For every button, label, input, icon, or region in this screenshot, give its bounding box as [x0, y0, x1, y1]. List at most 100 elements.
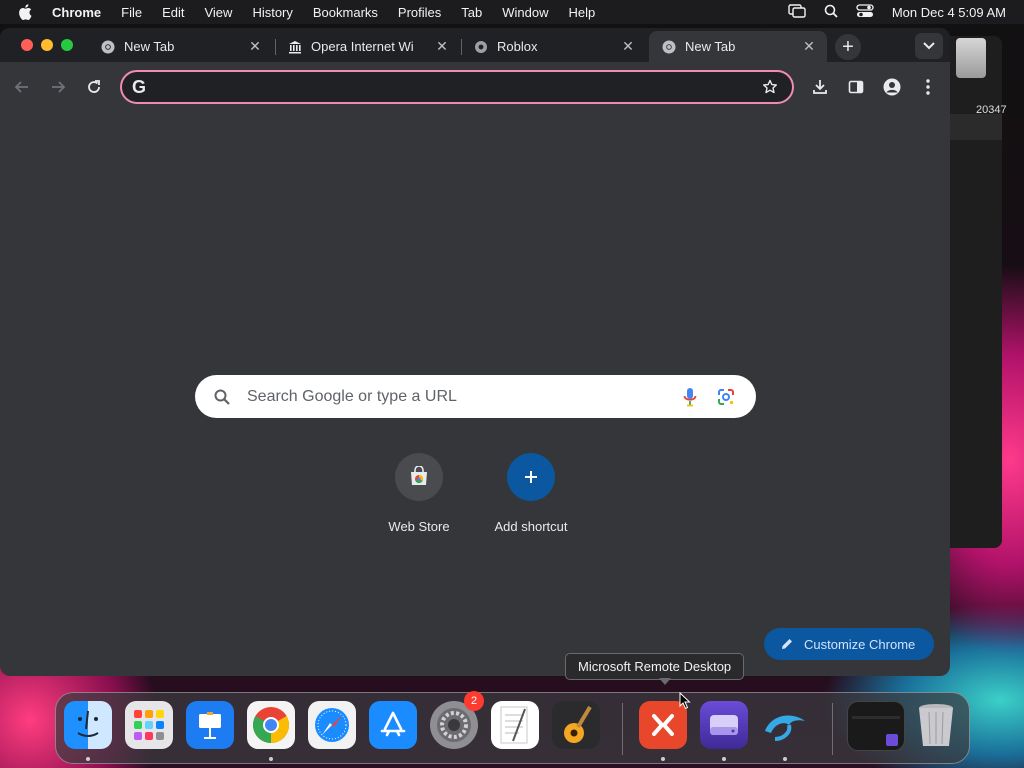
- search-icon: [213, 388, 233, 406]
- dock-separator: [832, 703, 833, 755]
- side-panel-icon: [848, 80, 864, 94]
- shortcut-label: Web Store: [388, 519, 450, 534]
- address-input[interactable]: [156, 78, 762, 96]
- window-controls: [21, 39, 73, 51]
- reload-button[interactable]: [82, 75, 106, 99]
- forward-button[interactable]: [46, 75, 70, 99]
- tab-title: New Tab: [124, 39, 175, 54]
- safari-icon[interactable]: [308, 701, 356, 749]
- running-indicator: [269, 757, 273, 761]
- menu-history[interactable]: History: [252, 5, 292, 20]
- close-window-button[interactable]: [21, 39, 33, 51]
- spotlight-search-icon[interactable]: [824, 4, 838, 21]
- new-tab-button[interactable]: +: [835, 34, 861, 60]
- address-bar[interactable]: G: [120, 70, 794, 104]
- dock-separator: [622, 703, 623, 755]
- tab-title: Opera Internet Wi: [311, 39, 414, 54]
- appstore-icon[interactable]: [369, 701, 417, 749]
- dolphin-icon[interactable]: [761, 701, 809, 749]
- mouse-cursor: [679, 691, 691, 715]
- running-indicator: [86, 757, 90, 761]
- roblox-icon: [473, 39, 489, 55]
- chrome-menu-button[interactable]: [916, 75, 940, 99]
- plus-icon: +: [842, 35, 854, 58]
- launchpad-icon[interactable]: [125, 701, 173, 749]
- bookmark-star-icon[interactable]: [762, 79, 778, 95]
- downloads-button[interactable]: [808, 75, 832, 99]
- shortcut-add[interactable]: Add shortcut: [476, 453, 586, 534]
- menu-profiles[interactable]: Profiles: [398, 5, 441, 20]
- dock: 2: [55, 691, 970, 764]
- drive-icon: [956, 38, 986, 78]
- control-center-icon[interactable]: [856, 3, 874, 21]
- webstore-icon: [395, 453, 443, 501]
- running-indicator: [722, 757, 726, 761]
- voice-search-icon[interactable]: [678, 387, 702, 407]
- download-icon: [813, 80, 827, 94]
- menu-help[interactable]: Help: [569, 5, 596, 20]
- ntp-search-box[interactable]: [195, 375, 756, 418]
- tab-search-button[interactable]: [915, 33, 943, 59]
- menubar-clock[interactable]: Mon Dec 4 5:09 AM: [892, 5, 1006, 20]
- background-window-bar: [950, 114, 1002, 140]
- customize-chrome-label: Customize Chrome: [804, 636, 916, 652]
- trash-icon[interactable]: [912, 701, 960, 749]
- textedit-icon[interactable]: [491, 701, 539, 749]
- tab-close-icon[interactable]: ✕: [434, 38, 450, 55]
- window-thumbnail-icon[interactable]: [847, 701, 905, 751]
- tab-opera-internet[interactable]: Opera Internet Wi ✕: [275, 31, 460, 62]
- menu-tab[interactable]: Tab: [461, 5, 482, 20]
- menu-file[interactable]: File: [121, 5, 142, 20]
- shortcut-label: Add shortcut: [494, 519, 568, 534]
- menu-window[interactable]: Window: [502, 5, 548, 20]
- chrome-window: New Tab ✕ Opera Internet Wi ✕ Roblox ✕ N…: [0, 28, 950, 676]
- keynote-icon[interactable]: [186, 701, 234, 749]
- running-indicator: [661, 757, 665, 761]
- google-lens-icon[interactable]: [714, 388, 738, 406]
- chrome-icon[interactable]: [247, 701, 295, 749]
- customize-chrome-button[interactable]: Customize Chrome: [764, 628, 934, 660]
- apple-icon[interactable]: [18, 4, 38, 20]
- profile-button[interactable]: [880, 75, 904, 99]
- menu-app-name[interactable]: Chrome: [52, 5, 101, 20]
- tab-title: Roblox: [497, 39, 538, 54]
- tab-new-tab-active[interactable]: New Tab ✕: [649, 31, 827, 62]
- tab-strip: New Tab ✕ Opera Internet Wi ✕ Roblox ✕ N…: [0, 28, 950, 62]
- museum-icon: [287, 39, 303, 55]
- tab-title: New Tab: [685, 39, 736, 54]
- tab-new-tab-1[interactable]: New Tab ✕: [88, 31, 273, 62]
- running-indicator: [783, 757, 787, 761]
- menu-view[interactable]: View: [204, 5, 232, 20]
- side-panel-button[interactable]: [844, 75, 868, 99]
- profile-avatar-icon: [883, 78, 901, 96]
- background-window[interactable]: 20347: [950, 36, 1007, 548]
- pencil-icon: [780, 637, 794, 651]
- screen-mirroring-icon[interactable]: [788, 3, 806, 21]
- zoom-window-button[interactable]: [61, 39, 73, 51]
- disk-utility-icon[interactable]: [700, 701, 748, 749]
- forward-arrow-icon: [52, 81, 66, 93]
- tab-roblox[interactable]: Roblox ✕: [461, 31, 646, 62]
- tab-close-icon[interactable]: ✕: [247, 38, 263, 55]
- garageband-icon[interactable]: [552, 701, 600, 749]
- notification-badge: 2: [464, 691, 484, 711]
- tab-close-icon[interactable]: ✕: [620, 38, 636, 55]
- menu-edit[interactable]: Edit: [162, 5, 184, 20]
- more-vert-icon: [926, 79, 930, 95]
- dock-tooltip: Microsoft Remote Desktop: [565, 653, 745, 680]
- shortcut-web-store[interactable]: Web Store: [364, 453, 474, 534]
- tab-close-icon[interactable]: ✕: [801, 38, 817, 55]
- tooltip-tail: [659, 678, 671, 685]
- back-button[interactable]: [10, 75, 34, 99]
- menu-bookmarks[interactable]: Bookmarks: [313, 5, 378, 20]
- minimize-window-button[interactable]: [41, 39, 53, 51]
- ntp-search-input[interactable]: [245, 386, 678, 407]
- back-arrow-icon: [14, 81, 28, 93]
- toolbar: G: [0, 62, 950, 112]
- chrome-icon: [100, 39, 116, 55]
- finder-icon[interactable]: [64, 701, 112, 749]
- menu-bar: Chrome File Edit View History Bookmarks …: [0, 0, 1024, 24]
- chrome-icon: [661, 39, 677, 55]
- reload-icon: [88, 80, 100, 93]
- google-g-icon: G: [132, 76, 147, 97]
